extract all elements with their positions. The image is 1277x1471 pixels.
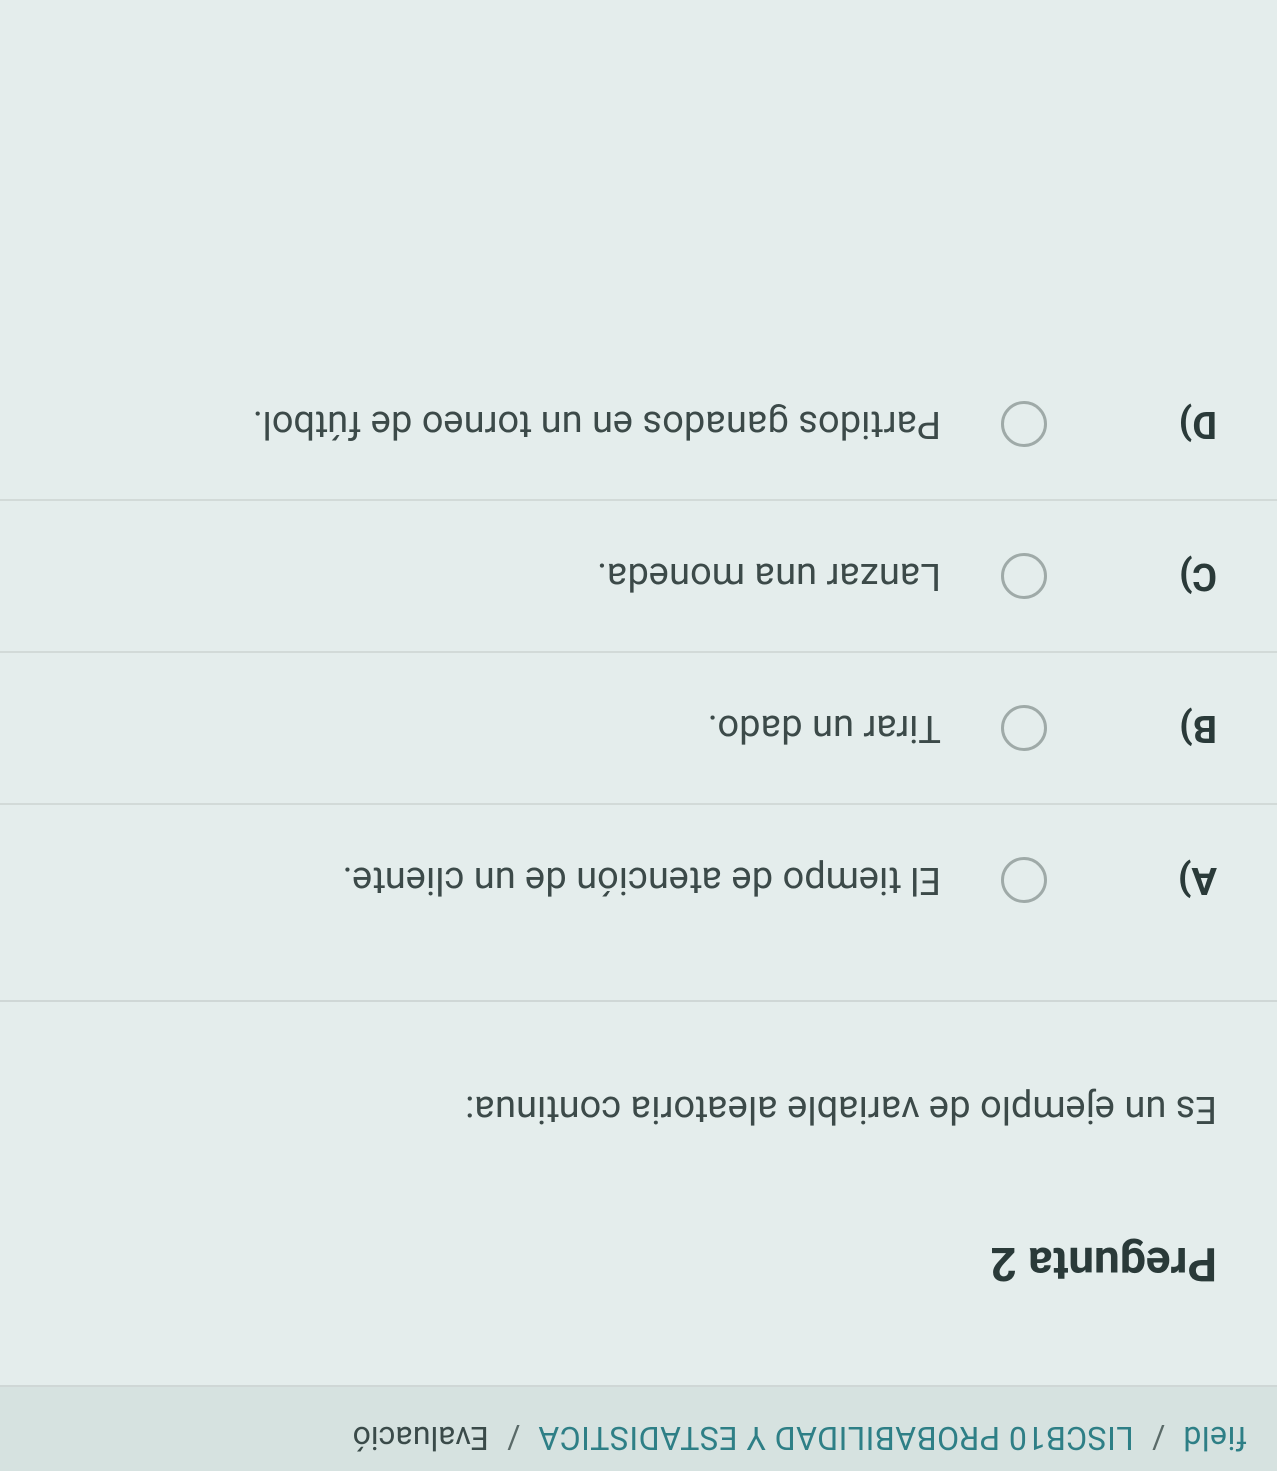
question-title: Pregunta 2 [60,1236,1217,1290]
breadcrumb-separator: / [1152,1419,1165,1457]
breadcrumb: field / LISCB10 PROBABILIDAD Y ESTADISTI… [0,1385,1277,1471]
option-letter: B) [1047,706,1217,750]
radio-icon[interactable] [1001,857,1047,903]
divider [0,499,1277,501]
breadcrumb-current: Evaluació [353,1419,489,1457]
question-prompt: Es un ejemplo de variable aleatoria cont… [60,1087,1217,1131]
option-letter: C) [1047,554,1217,598]
radio-icon[interactable] [1001,553,1047,599]
option-letter: D) [1047,402,1217,446]
option-row-a[interactable]: A) El tiempo de atención de un cliente. [60,805,1217,955]
page-rotated-wrapper: field / LISCB10 PROBABILIDAD Y ESTADISTI… [0,0,1277,1471]
option-text: El tiempo de atención de un cliente. [60,858,941,902]
option-row-b[interactable]: B) Tirar un dado. [60,653,1217,803]
options-list: A) El tiempo de atención de un cliente. … [60,349,1217,955]
breadcrumb-course-link[interactable]: LISCB10 PROBABILIDAD Y ESTADISTICA [538,1419,1134,1457]
option-text: Partidos ganados en un torneo de fútbol. [60,402,941,446]
divider [0,1000,1277,1002]
option-text: Tirar un dado. [60,706,941,750]
breadcrumb-field[interactable]: field [1183,1419,1247,1457]
radio-icon[interactable] [1001,705,1047,751]
radio-icon[interactable] [1001,401,1047,447]
divider [0,651,1277,653]
question-content: Pregunta 2 Es un ejemplo de variable ale… [0,0,1277,1385]
option-text: Lanzar una moneda. [60,554,941,598]
option-letter: A) [1047,858,1217,902]
breadcrumb-separator: / [507,1419,520,1457]
option-row-d[interactable]: D) Partidos ganados en un torneo de fútb… [60,349,1217,499]
option-row-c[interactable]: C) Lanzar una moneda. [60,501,1217,651]
divider [0,803,1277,805]
